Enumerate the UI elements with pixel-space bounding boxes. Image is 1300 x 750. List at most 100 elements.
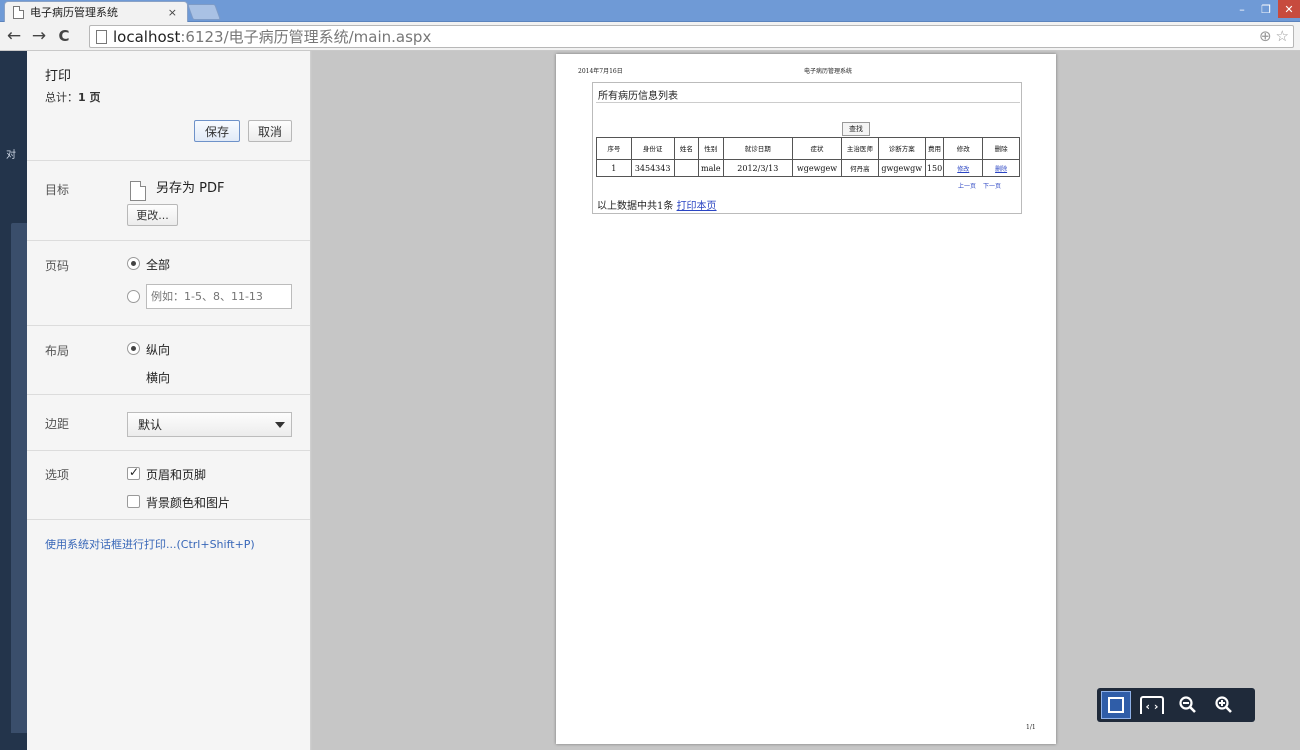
layout-portrait-label: 纵向: [146, 343, 171, 357]
browser-toolbar: ← → C localhost :6123/电子病历管理系统/main.aspx…: [0, 22, 1300, 51]
table-cell: 1: [596, 159, 632, 177]
pager: 上一页 下一页: [953, 181, 1001, 190]
find-button[interactable]: 查找: [842, 122, 870, 136]
column-header: 姓名: [673, 137, 700, 160]
column-header: 修改: [943, 137, 984, 160]
zoom-icon[interactable]: ⊕: [1259, 27, 1272, 45]
prev-page-link[interactable]: 上一页: [958, 183, 976, 190]
page-icon: [13, 5, 24, 19]
omnibox-icons: ⊕ ☆: [1259, 27, 1289, 45]
column-header: 删除: [982, 137, 1020, 160]
page-header-title: 电子病历管理系统: [804, 68, 853, 75]
close-window-button[interactable]: ✕: [1278, 0, 1300, 18]
preview-page: 2014年7月16日 电子病历管理系统 1/1 所有病历信息列表 查找 序号 身…: [556, 54, 1056, 744]
column-header: 序号: [596, 137, 632, 160]
table-cell: [673, 159, 700, 177]
tab-close-icon[interactable]: ×: [168, 6, 177, 19]
edit-link[interactable]: 修改: [957, 166, 969, 173]
record-list-footer: 以上数据中共1条 打印本页: [597, 197, 717, 212]
zoom-out-icon: [1179, 696, 1196, 713]
fit-to-page-button[interactable]: [1101, 691, 1131, 719]
table-cell: 3454343: [630, 159, 675, 177]
cancel-button[interactable]: 取消: [248, 120, 292, 142]
pages-section: 页码 全部: [27, 241, 310, 326]
system-dialog-link[interactable]: 使用系统对话框进行打印...(Ctrl+Shift+P): [45, 536, 255, 552]
column-header: 主治医师: [841, 137, 879, 160]
page-icon: [96, 29, 107, 44]
table-cell: 2012/3/13: [722, 159, 794, 177]
forward-button[interactable]: →: [28, 25, 50, 47]
star-icon[interactable]: ☆: [1276, 27, 1289, 45]
fit-width-icon: ‹ ›: [1140, 696, 1164, 714]
pages-custom-input[interactable]: [146, 284, 292, 309]
pages-custom-radio[interactable]: [127, 290, 140, 303]
system-dialog-section: 使用系统对话框进行打印...(Ctrl+Shift+P): [27, 520, 310, 560]
back-button[interactable]: ←: [3, 25, 25, 47]
zoom-in-button[interactable]: [1209, 691, 1239, 719]
preview-zoom-toolbar: ‹ ›: [1097, 688, 1255, 722]
table-cell: 何丹高: [841, 159, 879, 177]
chevron-down-icon: [275, 422, 285, 428]
pdf-file-icon: [130, 181, 146, 201]
table-cell: 修改: [943, 159, 984, 177]
print-sidebar: 打印 总计：1 页 保存 取消 目标 另存为 PDF 更改... 页码 全部 布…: [27, 51, 311, 750]
address-bar[interactable]: localhost :6123/电子病历管理系统/main.aspx ⊕ ☆: [89, 25, 1294, 48]
column-header: 性别: [698, 137, 724, 160]
column-header: 身份证: [630, 137, 675, 160]
table-cell: male: [698, 159, 724, 177]
background-graphics-checkbox[interactable]: [127, 495, 140, 508]
table-row: 1 3454343 male 2012/3/13 wgewgew 何丹高 gwg…: [596, 159, 1020, 177]
background-text: 对: [6, 150, 16, 161]
save-button[interactable]: 保存: [194, 120, 240, 142]
minimize-button[interactable]: –: [1230, 0, 1254, 18]
column-header: 诊断方案: [877, 137, 926, 160]
background-panel: [11, 223, 27, 733]
print-page-link[interactable]: 打印本页: [677, 201, 717, 212]
record-table: 序号 身份证 姓名 性别 就诊日期 症状 主治医师 诊断方案 费用 修改 删除: [596, 137, 1020, 177]
browser-tab[interactable]: 电子病历管理系统 ×: [4, 1, 188, 22]
print-preview: 2014年7月16日 电子病历管理系统 1/1 所有病历信息列表 查找 序号 身…: [312, 51, 1300, 750]
page-count-value: 1 页: [78, 91, 101, 104]
margins-select[interactable]: 默认: [127, 412, 292, 437]
background-graphics-label: 背景颜色和图片: [146, 496, 231, 510]
margins-label: 边距: [45, 417, 70, 431]
destination-value: 另存为 PDF: [156, 181, 225, 196]
destination-section: 目标 另存为 PDF 更改...: [27, 161, 310, 241]
table-cell: gwgewgw: [877, 159, 926, 177]
table-cell: wgewgew: [792, 159, 842, 177]
fit-to-width-button[interactable]: ‹ ›: [1137, 691, 1167, 719]
record-list-caption: 所有病历信息列表: [596, 85, 1020, 103]
tab-title: 电子病历管理系统: [30, 6, 118, 19]
background-window-edge: 对: [0, 51, 27, 750]
header-footer-checkbox[interactable]: [127, 465, 140, 480]
zoom-out-button[interactable]: [1173, 691, 1203, 719]
title-bar: 电子病历管理系统 × – ❐ ✕: [0, 0, 1300, 22]
margins-value: 默认: [138, 418, 163, 432]
reload-button[interactable]: C: [53, 25, 75, 47]
layout-section: 布局 纵向 横向: [27, 326, 310, 395]
page-number: 1/1: [1026, 724, 1036, 731]
page-header-date: 2014年7月16日: [578, 68, 623, 75]
url-path: :6123/电子病历管理系统/main.aspx: [180, 28, 432, 46]
options-label: 选项: [45, 468, 70, 482]
new-tab-button[interactable]: [187, 4, 221, 20]
layout-portrait-radio[interactable]: [127, 342, 140, 355]
next-page-link[interactable]: 下一页: [983, 183, 1001, 190]
options-section: 选项 页眉和页脚 背景颜色和图片: [27, 451, 310, 520]
record-list-panel: 所有病历信息列表 查找 序号 身份证 姓名 性别 就诊日期 症状 主治医师 诊断…: [592, 82, 1022, 214]
window-controls: – ❐ ✕: [1230, 0, 1300, 20]
column-header: 症状: [792, 137, 842, 160]
layout-label: 布局: [45, 344, 70, 358]
table-header-row: 序号 身份证 姓名 性别 就诊日期 症状 主治医师 诊断方案 费用 修改 删除: [596, 137, 1020, 160]
page-count-prefix: 总计：: [45, 91, 78, 104]
delete-link[interactable]: 删除: [995, 166, 1007, 173]
pages-all-label: 全部: [146, 258, 171, 272]
print-header: 打印 总计：1 页 保存 取消: [27, 51, 310, 161]
pages-all-radio[interactable]: [127, 257, 140, 270]
table-cell: 150: [924, 159, 945, 177]
restore-button[interactable]: ❐: [1254, 0, 1278, 18]
record-count-text: 以上数据中共1条: [597, 201, 674, 212]
table-cell: 删除: [982, 159, 1020, 177]
layout-landscape-option[interactable]: 横向: [146, 369, 170, 386]
change-destination-button[interactable]: 更改...: [127, 204, 178, 226]
